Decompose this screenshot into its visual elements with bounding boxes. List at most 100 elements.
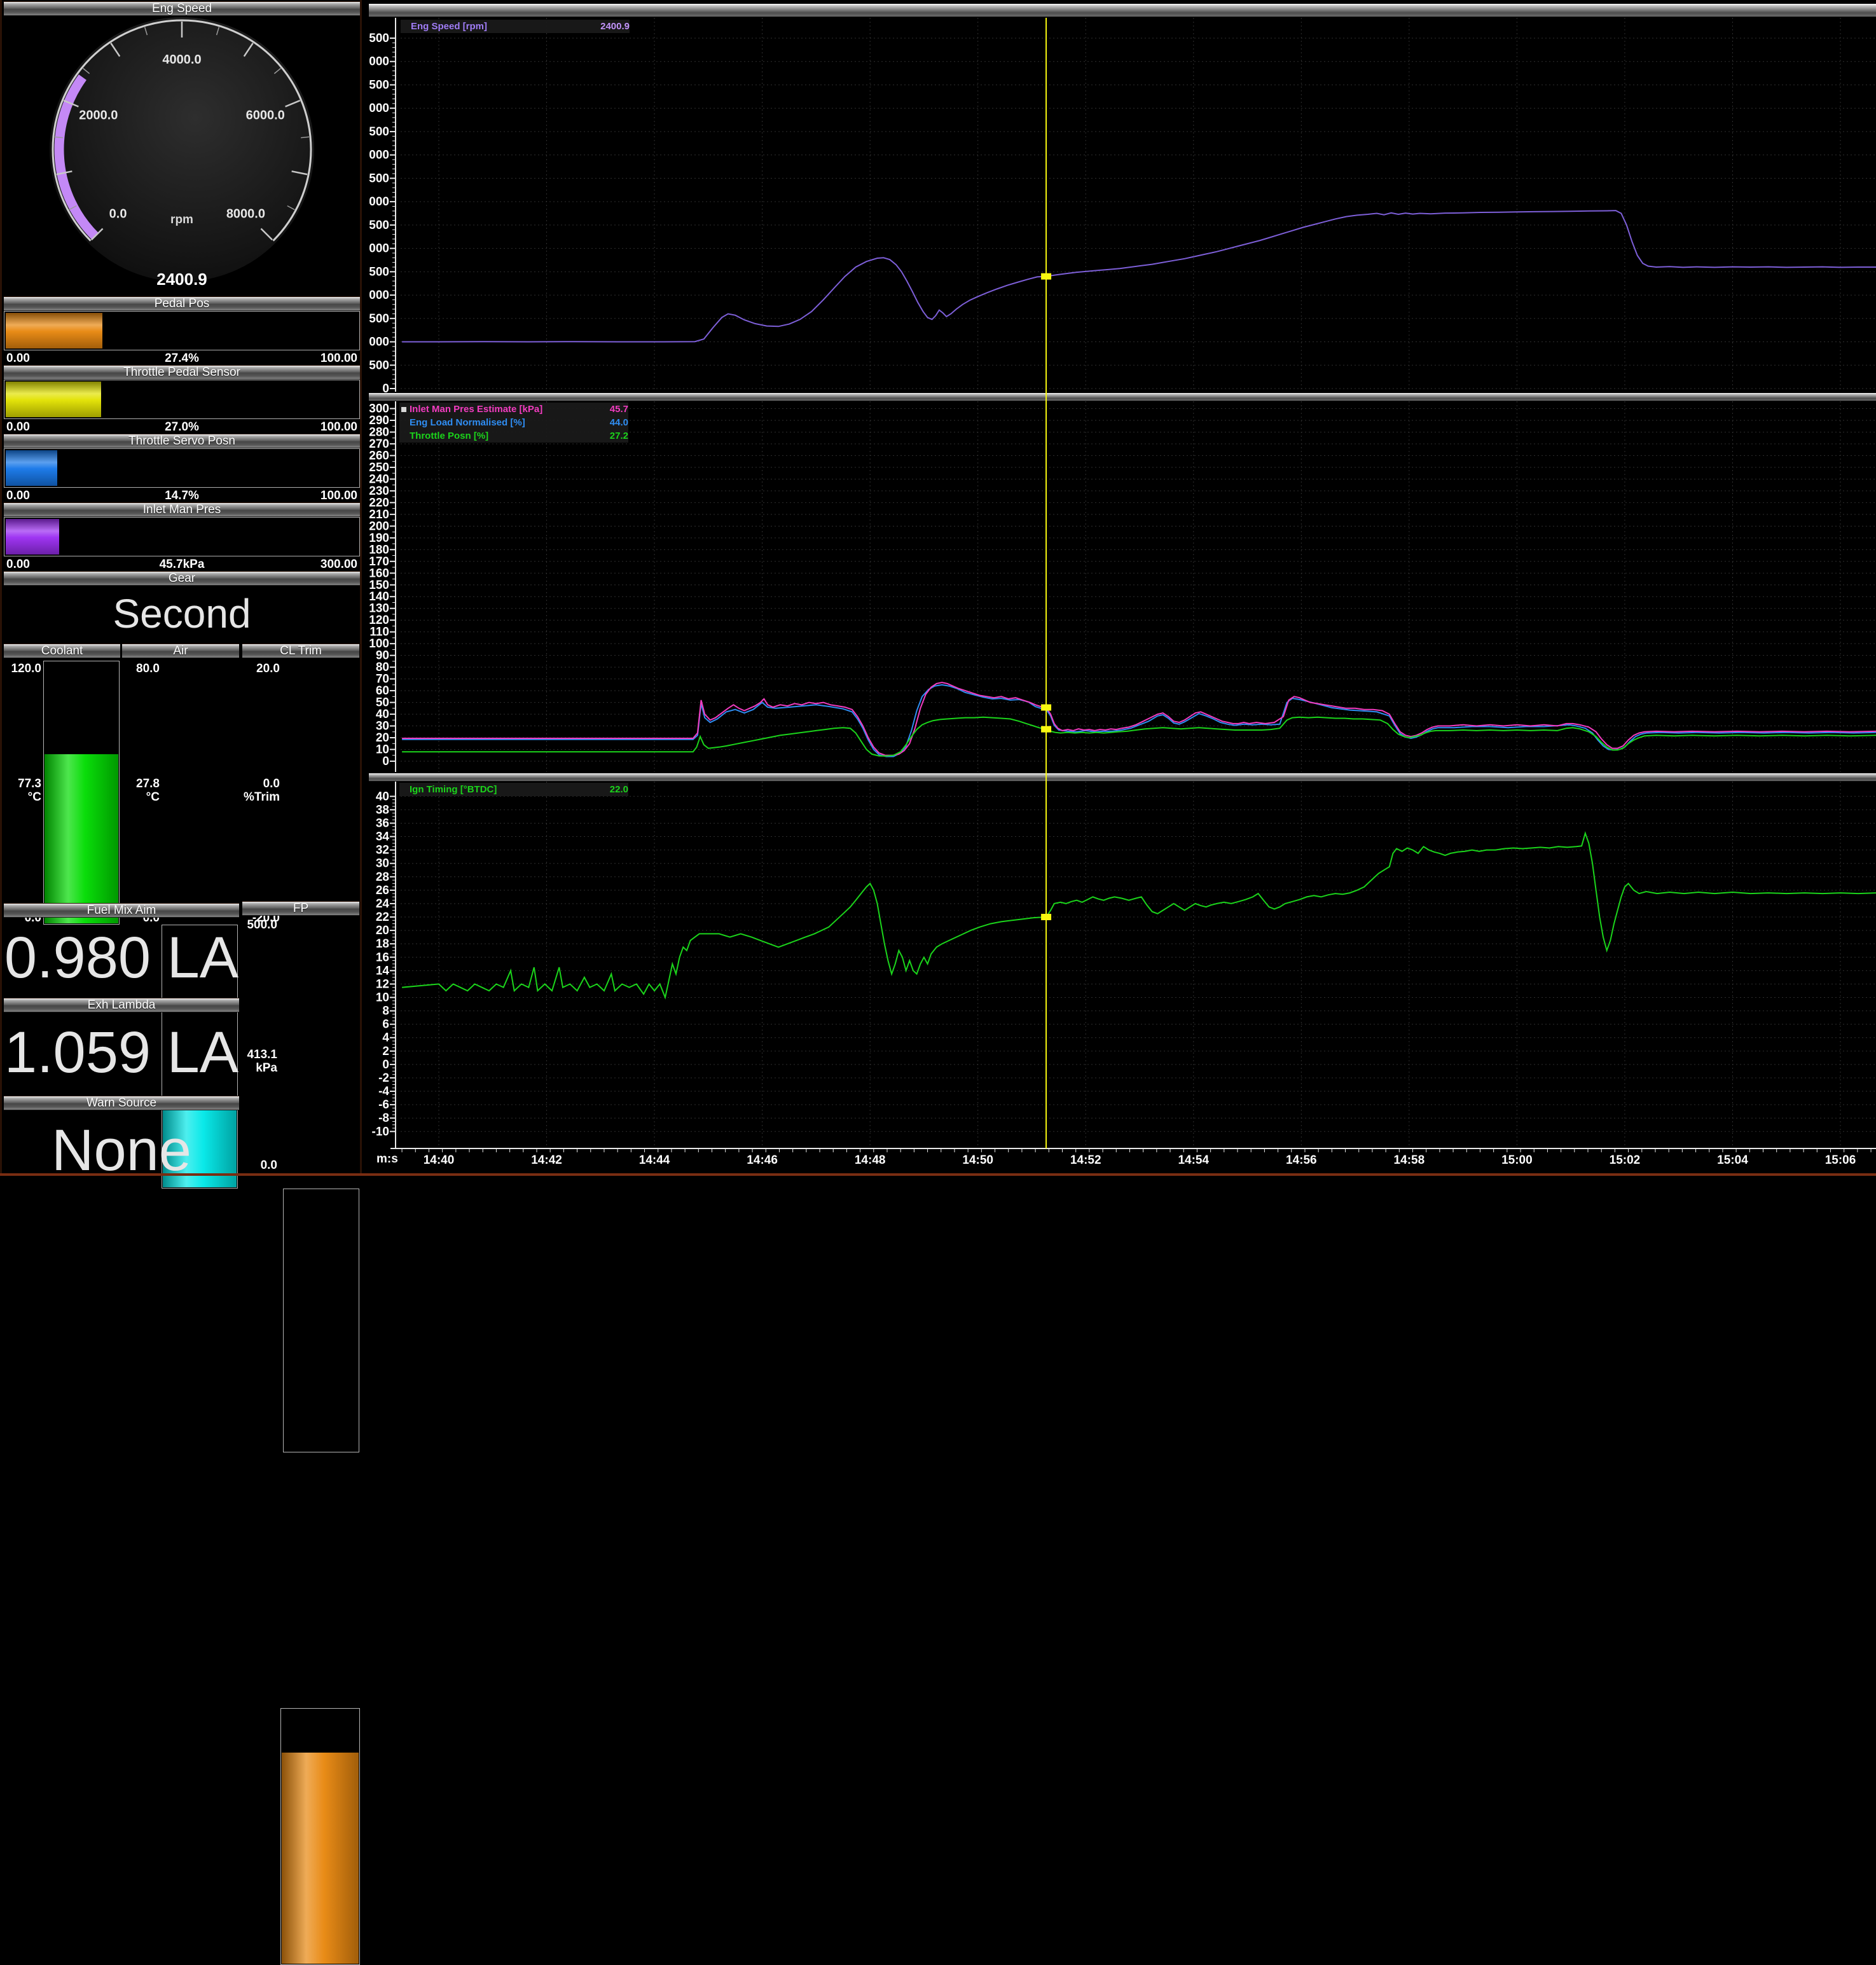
vbar-max-cl-trim: 20.0 [242,662,280,675]
gauge-value: 2400.9 [4,270,360,289]
vbar-title-label: Air [173,644,188,658]
hbar-scale-pedal-pos: 0.00 27.4% 100.00 [4,352,360,364]
hbar-pedal-pos [4,311,360,350]
x-tick-label: 14:42 [531,1154,562,1168]
y-tick-label: 220 [369,496,389,509]
series-line [402,685,1876,757]
hbar-scale-throttle-servo: 0.00 14.7% 100.00 [4,489,360,502]
x-tick-label: 14:56 [1286,1154,1317,1168]
x-tick-label: 14:58 [1394,1154,1425,1168]
y-tick-label: 36 [376,817,389,830]
y-tick-label: 4000 [369,195,389,209]
gauge-tick-label: 4000.0 [162,53,201,67]
legend-row: Eng Load Normalised [%] 44.0 [399,416,628,429]
y-tick-label: 210 [369,508,389,521]
legend-label: Eng Load Normalised [%] [410,417,525,428]
vbar-title-coolant: Coolant [4,644,120,658]
legend-eng-speed[interactable]: Eng Speed [rpm] 2400.9 [401,20,630,33]
y-tick-label: 240 [369,472,389,486]
readout-value-exh-lambda: 1.059 LA [4,1019,239,1086]
y-tick-label: 3500 [369,219,389,232]
hbar-title-inlet-man-pres: Inlet Man Pres [4,502,360,517]
y-tick-label: 70 [376,673,389,686]
cursor-marker[interactable] [1041,726,1051,733]
y-tick-label: 290 [369,414,389,427]
x-tick-label: 14:40 [424,1154,455,1168]
y-tick-label: 2 [382,1045,389,1058]
y-tick-label: 40 [376,708,389,721]
readout-title-label: Exh Lambda [88,998,156,1012]
gear-title: Gear [4,571,360,586]
scale-value: 27.0% [4,420,360,434]
y-tick-label: 10 [376,743,389,757]
y-tick-label: -8 [378,1112,389,1125]
y-tick-label: -10 [372,1125,389,1138]
y-tick-label: 3000 [369,242,389,256]
y-tick-label: 170 [369,555,389,569]
legend-bullet-icon [401,407,406,412]
y-tick-label: 140 [369,590,389,603]
y-tick-label: -2 [378,1072,389,1085]
scale-value: 45.7kPa [4,558,360,572]
hbar-title-label: Throttle Pedal Sensor [123,366,240,379]
hbar-throttle-servo [4,448,360,488]
hbar-title-label: Inlet Man Pres [143,503,221,516]
cursor-marker[interactable] [1041,914,1051,920]
hbar-title-pedal-pos: Pedal Pos [4,296,360,311]
y-tick-label: 16 [376,951,389,964]
scale-value: 27.4% [4,352,360,366]
hbar-inlet-man-pres [4,517,360,556]
y-tick-label: 0 [382,382,389,396]
y-tick-label: 7000 [369,55,389,69]
x-tick-label: 14:54 [1178,1154,1209,1168]
legend-manifold-group[interactable]: Inlet Man Pres Estimate [kPa] 45.7 Eng L… [399,403,628,443]
legend-label: Throttle Posn [%] [410,431,488,441]
y-tick-label: 100 [369,637,389,651]
y-tick-label: 120 [369,614,389,627]
hbar-scale-inlet-man-pres: 0.00 45.7kPa 300.00 [4,558,360,570]
readout-title-exh-lambda: Exh Lambda [4,998,239,1012]
y-tick-label: 34 [376,831,390,844]
legend-label: Ign Timing [°BTDC] [410,784,497,795]
y-tick-label: 260 [369,449,389,462]
y-tick-label: 60 [376,684,389,698]
fp-value: 413.1 [231,1048,277,1061]
vbar-unit-label: °C [122,790,160,804]
legend-value: 45.7 [610,404,628,415]
gauge-title: Eng Speed [4,1,360,16]
cursor-marker[interactable] [1041,705,1051,711]
charts-canvas[interactable]: 0500100015002000250030003500400045005000… [369,0,1876,1176]
vbar-title-air: Air [122,644,239,658]
x-tick-label: 15:04 [1717,1154,1748,1168]
vbar-title-label: Coolant [41,644,83,658]
y-tick-label: 5500 [369,125,389,139]
y-tick-label: 110 [369,626,389,639]
sidebar-panel: Eng Speed 0.02000.04000.06000.08000.0rpm… [0,0,362,1176]
scale-max: 100.00 [321,420,357,434]
eng-speed-gauge: 0.02000.04000.06000.08000.0rpm 2400.9 [4,15,360,294]
legend-row: Ign Timing [°BTDC] 22.0 [399,783,628,796]
y-tick-label: 12 [376,977,389,991]
legend-value: 22.0 [610,784,628,795]
x-tick-label: 14:44 [639,1154,670,1168]
series-line [402,210,1876,341]
y-tick-label: 270 [369,438,389,451]
sidebar-right-border [360,0,362,1176]
readout-title-label: Fuel Mix Aim [87,904,156,917]
vbar-value-label: 27.8 [122,777,160,790]
legend-ign-timing[interactable]: Ign Timing [°BTDC] 22.0 [399,783,628,796]
x-tick-label: 15:00 [1501,1154,1533,1168]
y-tick-label: -6 [378,1098,389,1112]
y-tick-label: 18 [376,937,389,951]
telemetry-dashboard: { "colors":{"cursor":"#f8f810","accent_p… [0,0,1876,1176]
gauge-tick-label: 0.0 [109,207,127,221]
cursor-marker[interactable] [1041,273,1051,280]
legend-value: 44.0 [610,417,628,428]
legend-value: 27.2 [610,431,628,441]
y-tick-label: 250 [369,461,389,474]
y-tick-label: 4 [382,1031,389,1045]
y-tick-label: 14 [376,964,390,977]
hbar-title-throttle-pedal: Throttle Pedal Sensor [4,365,360,380]
legend-row: Eng Speed [rpm] 2400.9 [401,20,630,33]
y-tick-label: 2500 [369,265,389,279]
